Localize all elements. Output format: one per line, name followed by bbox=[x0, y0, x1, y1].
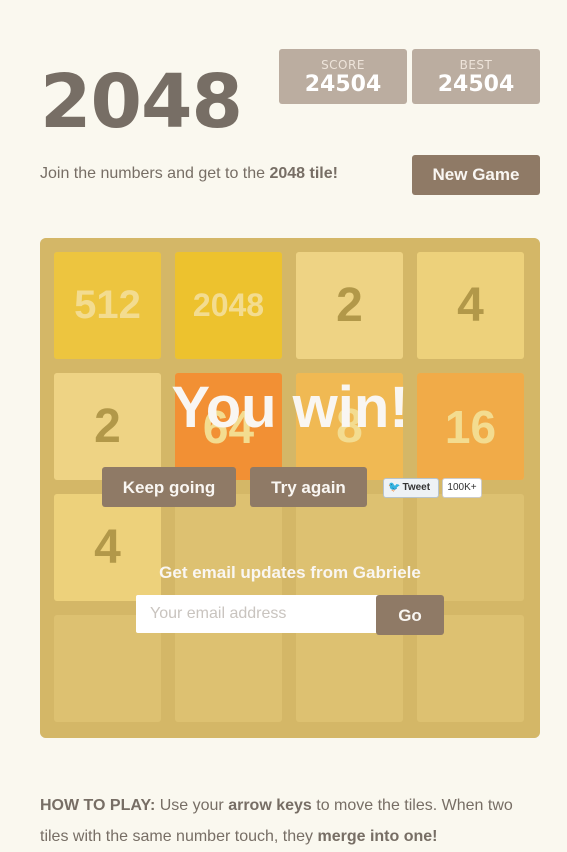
score-value: 24504 bbox=[304, 72, 382, 97]
twitter-bird-icon: 🐦 bbox=[388, 482, 401, 493]
keep-going-button[interactable]: Keep going bbox=[102, 467, 236, 507]
email-input[interactable] bbox=[136, 595, 393, 633]
tweet-button[interactable]: 🐦 Tweet bbox=[383, 478, 439, 498]
intro-highlight: 2048 tile! bbox=[269, 165, 338, 182]
win-message: You win! bbox=[171, 375, 409, 440]
best-score-box: BEST 24504 bbox=[412, 49, 540, 104]
how-to-play-label: HOW TO PLAY: bbox=[40, 797, 156, 814]
tweet-count: 100K+ bbox=[442, 478, 482, 498]
merge-text: merge into one! bbox=[317, 828, 438, 845]
best-label: BEST bbox=[459, 58, 493, 72]
game-title: 2048 bbox=[40, 59, 243, 145]
arrow-keys-text: arrow keys bbox=[228, 797, 312, 814]
go-button[interactable]: Go bbox=[376, 595, 444, 635]
how-to-play: HOW TO PLAY: Use your arrow keys to move… bbox=[40, 790, 530, 852]
game-board: 5122048242648164 You win! Keep going Try… bbox=[40, 238, 540, 738]
intro-text: Join the numbers and get to the 2048 til… bbox=[40, 165, 338, 183]
email-updates-title: Get email updates from Gabriele bbox=[159, 563, 421, 582]
best-value: 24504 bbox=[437, 72, 515, 97]
score-label: SCORE bbox=[321, 58, 365, 72]
how-to-play-text: Use your bbox=[155, 797, 229, 814]
tweet-label: Tweet bbox=[402, 482, 431, 493]
intro-prefix: Join the numbers and get to the bbox=[40, 165, 270, 182]
try-again-button[interactable]: Try again bbox=[250, 467, 367, 507]
new-game-button[interactable]: New Game bbox=[412, 155, 540, 195]
score-box: SCORE 24504 bbox=[279, 49, 407, 104]
